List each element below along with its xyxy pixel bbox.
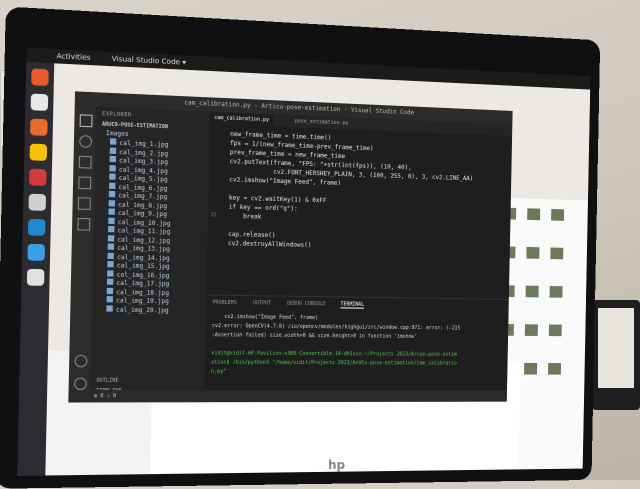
code-editor[interactable]: cam_calibration.py pose_estimation.py ne… [206, 112, 512, 299]
images-folder[interactable]: Images [106, 130, 129, 138]
file-label: cal_img_19.jpg [116, 297, 169, 305]
image-file-icon [107, 252, 113, 258]
code-line: cv2.destroyAllWindows() [228, 240, 312, 249]
file-item[interactable]: cal_img_18.jpg [107, 287, 169, 296]
file-label: cal_img_18.jpg [116, 289, 169, 297]
image-file-icon [109, 173, 115, 179]
tab-output[interactable]: OUTPUT [253, 300, 271, 306]
account-icon[interactable] [74, 355, 87, 367]
testing-icon[interactable] [77, 218, 90, 231]
phone [592, 300, 640, 410]
image-file-icon [107, 261, 113, 267]
file-thumbnail[interactable] [525, 324, 538, 336]
code-line: if key == ord("q"): [229, 204, 298, 213]
laptop-bezel: Activities Visual Studio Code ▾ cam_cali… [0, 6, 600, 488]
status-bar[interactable]: ⊗ 0 ⚠ 0 [68, 390, 507, 402]
terminal-prompt-line: n.py" [211, 369, 226, 375]
image-file-icon [107, 279, 113, 285]
file-thumbnail[interactable] [548, 363, 561, 375]
source-control-icon[interactable] [79, 156, 92, 169]
tab-pose-estimation[interactable]: pose_estimation.py [291, 115, 353, 130]
image-file-icon [108, 243, 114, 249]
image-file-icon [109, 191, 115, 197]
image-file-icon [110, 138, 116, 144]
file-thumbnail[interactable] [550, 247, 563, 259]
file-item[interactable]: cal_img_20.jpg [106, 305, 168, 314]
file-thumbnail[interactable] [524, 363, 537, 375]
file-thumbnail[interactable] [551, 209, 564, 221]
outline-section[interactable]: OUTLINE [96, 378, 118, 384]
tab-terminal[interactable]: TERMINAL [340, 301, 364, 308]
image-file-icon [106, 305, 112, 311]
image-file-icon [108, 235, 114, 241]
file-label: cal_img_17.jpg [116, 280, 169, 288]
terminal-prompt-line: ation$ /bin/python3 "/home/vidit/Project… [211, 360, 457, 367]
explorer-panel: EXPLORER ARUCO-POSE-ESTIMATION Images ca… [90, 107, 211, 403]
terminal-line: cv2.error: OpenCV(4.7.0) /io/opencv/modu… [212, 323, 461, 331]
image-file-icon [107, 296, 113, 302]
terminal-icon[interactable] [27, 244, 45, 261]
laptop-screen: Activities Visual Studio Code ▾ cam_cali… [17, 47, 590, 475]
text-editor-icon[interactable] [27, 269, 45, 286]
activities-button[interactable]: Activities [56, 49, 90, 65]
tab-cam-calibration[interactable]: cam_calibration.py [210, 112, 273, 127]
terminal-line: :Assertion failed) size.width>0 && size.… [212, 332, 418, 340]
image-file-icon [109, 200, 115, 206]
settings-icon[interactable] [28, 194, 46, 211]
ubuntu-top-bar: Activities Visual Studio Code ▾ [26, 47, 590, 89]
terminal-panel: PROBLEMS OUTPUT DEBUG CONSOLE TERMINAL c… [204, 294, 508, 391]
files-icon[interactable] [31, 94, 49, 111]
file-label: cal_img_20.jpg [116, 306, 169, 314]
line-number: 35 [210, 212, 216, 218]
image-file-icon [108, 217, 114, 223]
vscode-icon[interactable] [28, 219, 46, 236]
search-icon[interactable] [79, 135, 92, 148]
image-file-icon [110, 156, 116, 162]
chrome-icon[interactable] [30, 144, 48, 161]
image-file-icon [107, 287, 113, 293]
explorer-icon[interactable] [80, 114, 93, 127]
image-file-icon [109, 182, 115, 188]
gear-icon[interactable] [74, 378, 87, 390]
file-item[interactable]: cal_img_16.jpg [107, 270, 169, 279]
image-file-icon [110, 147, 116, 153]
project-folder[interactable]: ARUCO-POSE-ESTIMATION [102, 121, 168, 130]
ubuntu-logo-icon[interactable] [31, 68, 49, 85]
terminal-line: cv2.imshow("Image Feed", frame) [212, 314, 318, 321]
file-thumbnail[interactable] [550, 286, 563, 298]
terminal-prompt-line: vidit@vidit-HP-Pavilion-x360-Convertible… [211, 350, 457, 357]
code-line: break [228, 213, 261, 221]
tab-problems[interactable]: PROBLEMS [212, 300, 237, 306]
run-debug-icon[interactable] [78, 176, 91, 189]
code-line: cap.release() [228, 231, 276, 239]
code-line: cv2.imshow("Image Feed", frame) [229, 176, 341, 187]
file-item[interactable]: cal_img_17.jpg [107, 279, 169, 288]
software-icon[interactable] [29, 169, 47, 186]
app-menu[interactable]: Visual Studio Code ▾ [112, 52, 187, 70]
image-file-icon [109, 165, 115, 171]
file-item[interactable]: cal_img_19.jpg [107, 296, 169, 305]
file-thumbnail[interactable] [527, 208, 540, 220]
image-file-icon [108, 208, 114, 214]
explorer-title: EXPLORER [102, 111, 132, 118]
tab-debug-console[interactable]: DEBUG CONSOLE [287, 301, 326, 308]
file-thumbnail[interactable] [549, 325, 562, 337]
image-file-icon [107, 270, 113, 276]
code-line: key = cv2.waitKey(1) & 0xFF [229, 194, 327, 204]
hp-logo: hp [328, 458, 345, 472]
extensions-icon[interactable] [78, 197, 91, 210]
image-file-icon [108, 226, 114, 232]
phone-screen [598, 308, 634, 388]
firefox-icon[interactable] [30, 119, 48, 136]
file-thumbnail[interactable] [526, 286, 539, 298]
file-thumbnail[interactable] [526, 247, 539, 259]
vscode-window: cam_calibration.py - Articu-pose-estimat… [68, 91, 512, 402]
images-folder-label: Images [106, 130, 129, 138]
